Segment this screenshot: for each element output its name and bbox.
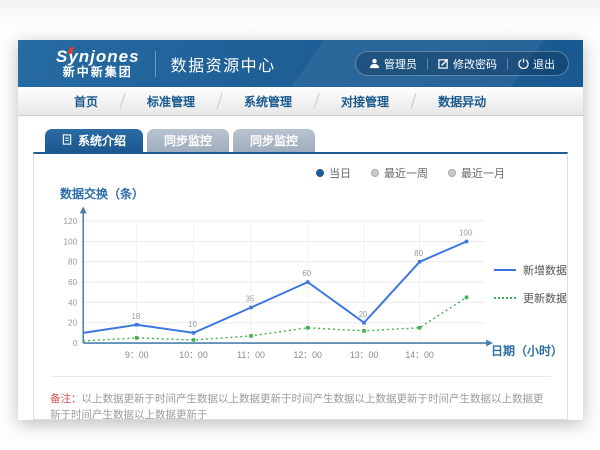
logout-button[interactable]: 退出	[518, 56, 555, 72]
chart-container: 0 20 40 60 80 100 120 9：00 10：00 11：00 12：00 13：00 1…	[40, 204, 567, 372]
user-menu-divider	[427, 58, 428, 70]
blue-line-swatch	[494, 269, 516, 271]
nav-item-home[interactable]: 首页	[50, 93, 122, 110]
nav-item-system-mgmt[interactable]: 系统管理	[220, 93, 316, 110]
nav-item-interface-mgmt[interactable]: 对接管理	[317, 93, 413, 110]
page: Synjones 新中新集团 数据资源中心 管理员 修改密码	[0, 0, 600, 450]
green-dotted-swatch	[494, 297, 516, 299]
svg-text:9：00: 9：00	[125, 350, 149, 360]
svg-text:100: 100	[63, 236, 77, 246]
tab-sync-monitor-2[interactable]: 同步监控	[233, 129, 315, 152]
svg-text:10: 10	[188, 320, 197, 329]
header-divider	[155, 51, 156, 77]
svg-text:100: 100	[459, 229, 473, 238]
svg-text:20: 20	[68, 318, 78, 328]
svg-text:60: 60	[68, 277, 78, 287]
logo-subtext: 新中新集团	[56, 66, 140, 79]
logout-icon	[518, 58, 529, 69]
radio-last-week[interactable]: 最近一周	[371, 165, 428, 181]
legend-item-new-data: 新增数据	[494, 262, 567, 278]
footnote-prefix: 备注：	[50, 393, 82, 405]
change-password-button[interactable]: 修改密码	[438, 56, 497, 72]
svg-text:13：00: 13：00	[350, 350, 379, 360]
svg-text:60: 60	[302, 269, 311, 278]
tab-label: 同步监控	[164, 132, 212, 149]
svg-text:40: 40	[68, 297, 78, 307]
legend-label: 新增数据	[523, 262, 567, 278]
user-icon	[369, 58, 380, 69]
radio-selected-icon	[316, 169, 324, 177]
chart-panel: 当日 最近一周 最近一月 数据交换（条） 0 20 40 60 80 100 120 9：00…	[33, 152, 568, 420]
svg-text:0: 0	[73, 338, 78, 348]
line-chart: 0 20 40 60 80 100 120 9：00 10：00 11：00 12：00 13：00 1…	[40, 204, 494, 372]
radio-unselected-icon	[371, 169, 379, 177]
svg-text:80: 80	[414, 249, 423, 258]
user-menu-divider	[507, 58, 508, 70]
tab-bar: 系统介绍 同步监控 同步监控	[45, 129, 568, 152]
svg-text:120: 120	[63, 216, 77, 226]
svg-text:18: 18	[131, 312, 140, 321]
app-header: Synjones 新中新集团 数据资源中心 管理员 修改密码	[18, 40, 583, 87]
user-menu-admin[interactable]: 管理员	[369, 56, 417, 72]
svg-text:14：00: 14：00	[405, 350, 434, 360]
user-menu-admin-label: 管理员	[384, 56, 417, 72]
svg-text:10：00: 10：00	[179, 350, 208, 360]
x-axis-title: 日期（小时）	[491, 342, 563, 359]
logout-label: 退出	[533, 56, 555, 72]
range-filter: 当日 最近一周 最近一月	[34, 154, 567, 181]
radio-last-week-label: 最近一周	[384, 165, 428, 181]
brand-logo: Synjones 新中新集团	[56, 48, 140, 80]
content-area: 系统介绍 同步监控 同步监控 当日 最近一周	[18, 116, 583, 420]
legend-label: 更新数据	[523, 290, 567, 306]
radio-today-label: 当日	[329, 165, 351, 181]
svg-text:35: 35	[246, 295, 255, 304]
tab-label: 系统介绍	[78, 132, 126, 149]
nav-item-standard-mgmt[interactable]: 标准管理	[123, 93, 219, 110]
main-nav: 首页 标准管理 系统管理 对接管理 数据异动	[18, 87, 583, 116]
radio-last-month[interactable]: 最近一月	[448, 165, 505, 181]
change-password-label: 修改密码	[453, 56, 497, 72]
page-title: 数据资源中心	[171, 52, 276, 76]
radio-today[interactable]: 当日	[316, 165, 351, 181]
tab-label: 同步监控	[250, 132, 298, 149]
svg-text:20: 20	[359, 310, 368, 319]
edit-icon	[438, 58, 449, 69]
legend-item-update-data: 更新数据	[494, 290, 567, 306]
footnote-text: 以上数据更新于时间产生数据以上数据更新于时间产生数据以上数据更新于时间产生数据以…	[50, 393, 544, 421]
tab-sync-monitor-1[interactable]: 同步监控	[147, 129, 229, 152]
radio-last-month-label: 最近一月	[461, 165, 505, 181]
svg-text:12：00: 12：00	[293, 350, 322, 360]
nav-item-data-change[interactable]: 数据异动	[414, 93, 510, 110]
footnote: 备注：以上数据更新于时间产生数据以上数据更新于时间产生数据以上数据更新于时间产生…	[50, 376, 551, 424]
radio-unselected-icon	[448, 169, 456, 177]
tab-system-intro[interactable]: 系统介绍	[45, 129, 143, 152]
user-menu: 管理员 修改密码 退出	[355, 51, 569, 76]
app-window: Synjones 新中新集团 数据资源中心 管理员 修改密码	[18, 40, 583, 420]
document-icon	[62, 134, 72, 148]
svg-text:11：00: 11：00	[237, 350, 265, 360]
svg-text:80: 80	[68, 257, 78, 267]
y-axis-title: 数据交换（条）	[60, 185, 567, 202]
